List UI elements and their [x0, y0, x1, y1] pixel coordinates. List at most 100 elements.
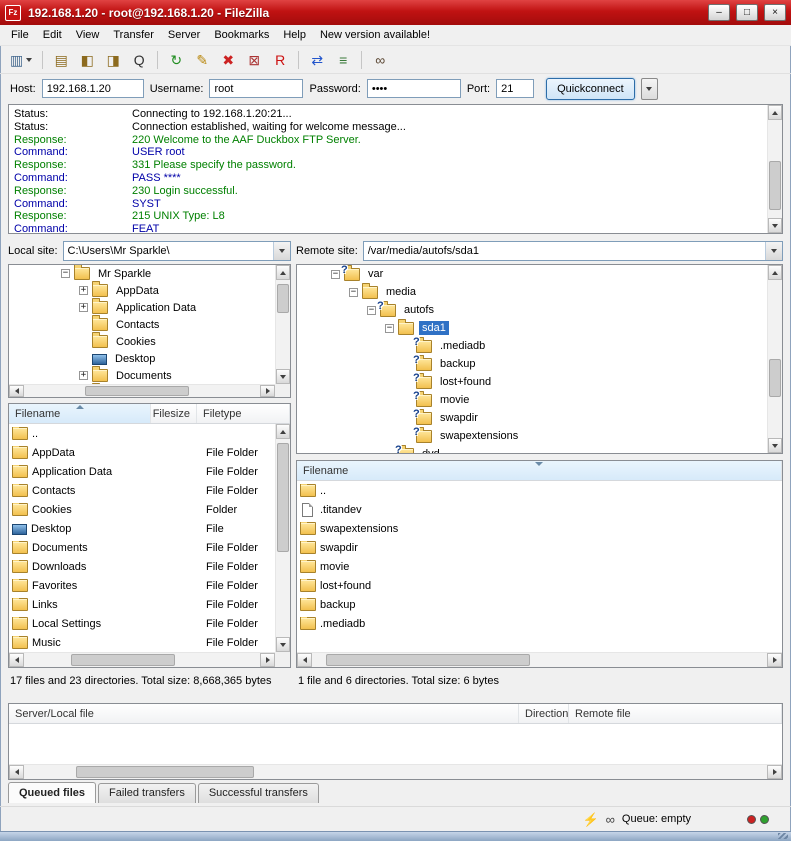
file-row-application-data[interactable]: Application DataFile Folder: [9, 462, 290, 481]
toggle-message-log-button[interactable]: ▤: [49, 49, 73, 71]
column-header-filetype[interactable]: Filetype: [197, 404, 290, 423]
expand-plus-icon[interactable]: +: [79, 371, 88, 380]
file-row-contacts[interactable]: ContactsFile Folder: [9, 481, 290, 500]
tree-item-appdata[interactable]: +AppData: [9, 282, 290, 299]
site-manager-button[interactable]: ▥: [6, 49, 36, 71]
file-row-documents[interactable]: DocumentsFile Folder: [9, 538, 290, 557]
scrollbar-thumb[interactable]: [76, 766, 254, 778]
menu-item-transfer[interactable]: Transfer: [106, 26, 161, 44]
scroll-down-button[interactable]: [276, 369, 290, 384]
menu-item-edit[interactable]: Edit: [36, 26, 69, 44]
synchronized-browsing-button[interactable]: ≡: [331, 49, 355, 71]
local-tree-vertical-scrollbar[interactable]: [275, 265, 290, 384]
tree-item-media[interactable]: −media: [297, 283, 782, 301]
tree-item-sda1[interactable]: −sda1: [297, 319, 782, 337]
collapse-minus-icon[interactable]: −: [367, 306, 376, 315]
scrollbar-track[interactable]: [312, 653, 767, 667]
menu-item-help[interactable]: Help: [276, 26, 313, 44]
toggle-local-tree-button[interactable]: ◧: [75, 49, 99, 71]
file-row-mediadb[interactable]: .mediadb: [297, 614, 782, 633]
scroll-up-button[interactable]: [768, 265, 782, 280]
column-header-remote-file[interactable]: Remote file: [569, 704, 782, 723]
file-row-music[interactable]: MusicFile Folder: [9, 633, 290, 652]
file-row-cookies[interactable]: CookiesFolder: [9, 500, 290, 519]
refresh-button[interactable]: ↻: [164, 49, 188, 71]
expand-plus-icon[interactable]: +: [79, 303, 88, 312]
tree-item-backup[interactable]: ?backup: [297, 355, 782, 373]
file-row-swapextensions[interactable]: swapextensions: [297, 519, 782, 538]
scroll-down-button[interactable]: [768, 218, 782, 233]
file-row-swapdir[interactable]: swapdir: [297, 538, 782, 557]
collapse-minus-icon[interactable]: −: [385, 324, 394, 333]
menu-item-bookmarks[interactable]: Bookmarks: [207, 26, 276, 44]
tree-item-cookies[interactable]: Cookies: [9, 333, 290, 350]
tree-item-desktop[interactable]: Desktop: [9, 350, 290, 367]
column-header-server-local-file[interactable]: Server/Local file: [9, 704, 519, 723]
local-site-dropdown-button[interactable]: [273, 242, 290, 260]
local-site-combo[interactable]: C:\Users\Mr Sparkle\: [63, 241, 291, 261]
file-row-desktop[interactable]: DesktopFile: [9, 519, 290, 538]
tree-item-autofs[interactable]: −?autofs: [297, 301, 782, 319]
resize-grip[interactable]: [778, 833, 788, 839]
scroll-left-button[interactable]: [9, 653, 24, 667]
tree-item-mr-sparkle[interactable]: −Mr Sparkle: [9, 265, 290, 282]
local-list-vertical-scrollbar[interactable]: [275, 424, 290, 652]
scrollbar-thumb[interactable]: [326, 654, 531, 666]
scrollbar-thumb[interactable]: [769, 359, 781, 397]
titlebar[interactable]: Fz 192.168.1.20 - root@192.168.1.20 - Fi…: [0, 0, 791, 25]
lightning-icon[interactable]: ⚡: [582, 813, 598, 826]
message-log-scrollbar[interactable]: [767, 105, 782, 233]
column-header-direction[interactable]: Direction: [519, 704, 569, 723]
tab-successful-transfers[interactable]: Successful transfers: [198, 783, 319, 803]
expand-plus-icon[interactable]: +: [79, 286, 88, 295]
maximize-button[interactable]: □: [736, 4, 758, 21]
toggle-queue-button[interactable]: Q: [127, 49, 151, 71]
local-list-horizontal-scrollbar[interactable]: [9, 652, 275, 667]
tree-item-var[interactable]: −?var: [297, 265, 782, 283]
scrollbar-track[interactable]: [276, 439, 290, 637]
file-row-lost-found[interactable]: lost+found: [297, 576, 782, 595]
find-files-button[interactable]: ∞: [368, 49, 392, 71]
scroll-up-button[interactable]: [768, 105, 782, 120]
scrollbar-track[interactable]: [24, 385, 260, 397]
tree-item-lost-found[interactable]: ?lost+found: [297, 373, 782, 391]
menu-item-new-version-available[interactable]: New version available!: [313, 26, 437, 44]
column-header-filename[interactable]: Filename: [297, 461, 782, 480]
scroll-up-button[interactable]: [276, 265, 290, 280]
file-row-appdata[interactable]: AppDataFile Folder: [9, 443, 290, 462]
directory-comparison-button[interactable]: ⇄: [305, 49, 329, 71]
scrollbar-thumb[interactable]: [71, 654, 175, 666]
reconnect-button[interactable]: R: [268, 49, 292, 71]
collapse-minus-icon[interactable]: −: [331, 270, 340, 279]
queue-horizontal-scrollbar[interactable]: [9, 764, 782, 779]
file-row-[interactable]: ..: [297, 481, 782, 500]
file-row-downloads[interactable]: DownloadsFile Folder: [9, 557, 290, 576]
file-row-favorites[interactable]: FavoritesFile Folder: [9, 576, 290, 595]
file-row-movie[interactable]: movie: [297, 557, 782, 576]
tree-item-mediadb[interactable]: ?.mediadb: [297, 337, 782, 355]
column-header-filename[interactable]: Filename: [9, 404, 151, 423]
scrollbar-thumb[interactable]: [769, 161, 781, 210]
tab-queued-files[interactable]: Queued files: [8, 782, 96, 803]
tree-item-application-data[interactable]: +Application Data: [9, 299, 290, 316]
close-button[interactable]: ×: [764, 4, 786, 21]
menu-item-server[interactable]: Server: [161, 26, 207, 44]
tree-item-swapdir[interactable]: ?swapdir: [297, 409, 782, 427]
scrollbar-track[interactable]: [768, 280, 782, 438]
column-header-filesize[interactable]: Filesize: [151, 404, 197, 423]
remote-site-combo[interactable]: /var/media/autofs/sda1: [363, 241, 783, 261]
scroll-right-button[interactable]: [767, 653, 782, 667]
cancel-button[interactable]: ✖: [216, 49, 240, 71]
scroll-left-button[interactable]: [9, 385, 24, 397]
scroll-right-button[interactable]: [260, 385, 275, 397]
collapse-minus-icon[interactable]: −: [349, 288, 358, 297]
scrollbar-thumb[interactable]: [277, 284, 289, 312]
process-queue-button[interactable]: ✎: [190, 49, 214, 71]
menu-item-file[interactable]: File: [4, 26, 36, 44]
scroll-right-button[interactable]: [260, 653, 275, 667]
scrollbar-track[interactable]: [276, 280, 290, 369]
disconnect-button[interactable]: ⊠: [242, 49, 266, 71]
remote-tree-vertical-scrollbar[interactable]: [767, 265, 782, 453]
scrollbar-track[interactable]: [24, 765, 767, 779]
local-tree-horizontal-scrollbar[interactable]: [9, 384, 275, 397]
